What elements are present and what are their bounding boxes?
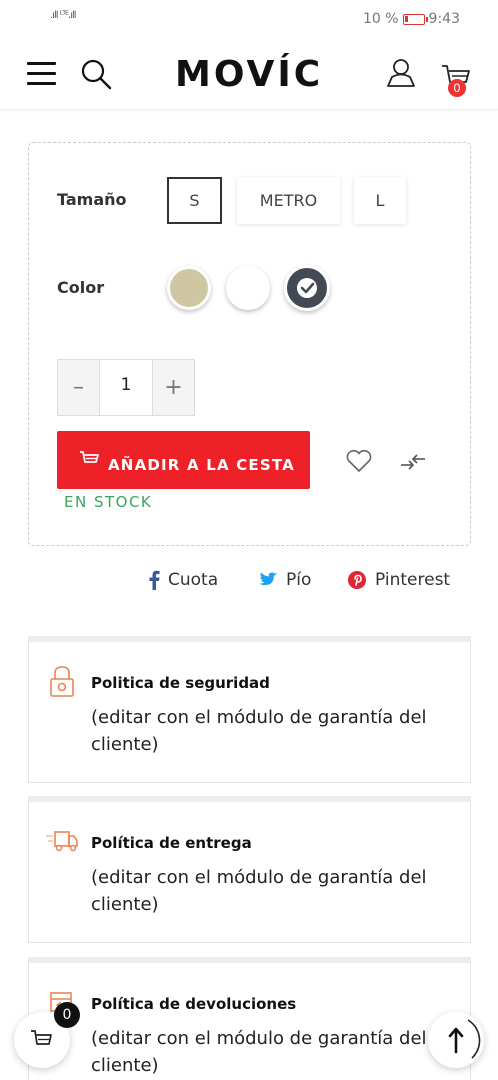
- size-label: Tamaño: [57, 190, 127, 209]
- checkmark-icon: [297, 278, 317, 298]
- share-twitter[interactable]: Pío: [259, 568, 311, 592]
- quantity-input[interactable]: [99, 360, 153, 415]
- quantity-stepper: – +: [57, 359, 195, 416]
- policy-card-security: Politica de seguridad (editar con el mód…: [28, 636, 471, 783]
- menu-icon[interactable]: [27, 62, 56, 86]
- signal-indicator: .ıll ᴸᵀᴱ.ıll: [50, 10, 77, 21]
- cart-count-badge: 0: [448, 79, 466, 97]
- twitter-label: Pío: [286, 570, 312, 590]
- stock-status: EN STOCK: [64, 493, 153, 511]
- size-option-metro[interactable]: METRO: [237, 177, 340, 224]
- user-account-icon[interactable]: [386, 58, 416, 88]
- search-icon[interactable]: [80, 58, 112, 90]
- floating-cart-count-badge: 0: [54, 1002, 80, 1028]
- battery-percent: 10 %: [362, 11, 399, 27]
- cart-icon: [80, 451, 99, 463]
- color-label: Color: [57, 278, 105, 297]
- color-swatch-white[interactable]: [226, 266, 270, 310]
- pinterest-icon: [348, 571, 366, 589]
- facebook-icon: [149, 570, 160, 590]
- delivery-truck-icon: [46, 831, 78, 852]
- arrow-up-icon: [448, 1019, 481, 1059]
- policy-title: Politica de seguridad: [91, 674, 270, 692]
- policy-text: (editar con el módulo de garantía del cl…: [91, 707, 427, 755]
- add-to-cart-button[interactable]: AÑADIR A LA CESTA: [57, 431, 310, 489]
- battery-icon: [402, 13, 428, 25]
- policy-card-returns: Política de devoluciones (editar con el …: [28, 957, 471, 1080]
- size-option-s[interactable]: S: [167, 177, 222, 224]
- status-bar: .ıll ᴸᵀᴱ.ıll 10 % 9:43: [0, 0, 498, 40]
- twitter-icon: [259, 572, 278, 586]
- policy-card-delivery: Política de entrega (editar con el módul…: [28, 796, 471, 943]
- size-option-l[interactable]: L: [354, 177, 406, 224]
- site-logo[interactable]: MOVÍC: [175, 54, 323, 95]
- policy-title: Política de entrega: [91, 834, 252, 852]
- facebook-label: Cuota: [168, 570, 219, 590]
- policy-title: Política de devoluciones: [91, 995, 297, 1013]
- quantity-decrease-button[interactable]: –: [58, 360, 99, 415]
- heart-icon[interactable]: [345, 449, 373, 473]
- add-to-cart-label: AÑADIR A LA CESTA: [108, 456, 295, 474]
- clock: 9:43: [428, 11, 460, 27]
- pinterest-label: Pinterest: [375, 570, 451, 590]
- compare-arrows-icon[interactable]: [399, 451, 427, 473]
- quantity-increase-button[interactable]: +: [153, 360, 194, 415]
- color-swatch-beige[interactable]: [167, 266, 211, 310]
- back-to-top-button[interactable]: [428, 1012, 484, 1068]
- policy-text: (editar con el módulo de garantía del cl…: [91, 1028, 427, 1076]
- lock-icon: [50, 666, 74, 697]
- color-swatch-dark[interactable]: [284, 265, 330, 311]
- site-header: MOVÍC 0: [0, 40, 498, 110]
- status-right: 10 % 9:43: [363, 11, 460, 27]
- policy-text: (editar con el módulo de garantía del cl…: [91, 867, 427, 915]
- share-pinterest[interactable]: Pinterest: [347, 568, 450, 592]
- share-facebook[interactable]: Cuota: [148, 568, 218, 592]
